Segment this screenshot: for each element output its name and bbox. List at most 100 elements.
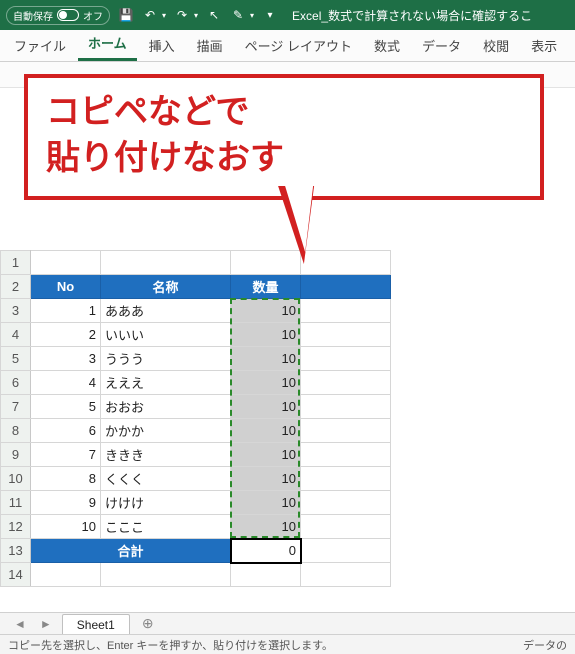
row-header[interactable]: 6 [1, 371, 31, 395]
cell[interactable] [301, 515, 391, 539]
pen-icon[interactable]: ✎ [230, 8, 246, 22]
cell[interactable]: 10 [231, 323, 301, 347]
cell[interactable]: 数量 [231, 275, 301, 299]
row-header[interactable]: 13 [1, 539, 31, 563]
cell[interactable] [31, 563, 101, 587]
cell[interactable] [101, 251, 231, 275]
row-header[interactable]: 4 [1, 323, 31, 347]
row-header[interactable]: 10 [1, 467, 31, 491]
cell[interactable] [301, 491, 391, 515]
cell[interactable]: 3 [31, 347, 101, 371]
cell[interactable] [301, 299, 391, 323]
cell[interactable] [101, 563, 231, 587]
undo-menu-icon[interactable]: ▾ [162, 11, 166, 20]
cell[interactable]: 4 [31, 371, 101, 395]
cell[interactable]: 1 [31, 299, 101, 323]
row-header[interactable]: 12 [1, 515, 31, 539]
cell[interactable]: ううう [101, 347, 231, 371]
add-sheet-icon[interactable]: ⊕ [136, 615, 160, 632]
ribbon-tab-挿入[interactable]: 挿入 [139, 30, 185, 61]
ribbon-tab-描画[interactable]: 描画 [187, 30, 233, 61]
row-header[interactable]: 7 [1, 395, 31, 419]
redo-menu-icon[interactable]: ▾ [194, 11, 198, 20]
row-header[interactable]: 8 [1, 419, 31, 443]
cell[interactable]: 6 [31, 419, 101, 443]
cell[interactable]: 10 [231, 371, 301, 395]
cell[interactable] [301, 563, 391, 587]
qat-overflow-icon[interactable]: ▾ [262, 10, 278, 21]
cell[interactable]: 10 [231, 515, 301, 539]
cell[interactable]: 7 [31, 443, 101, 467]
cell[interactable] [31, 251, 101, 275]
cell[interactable]: くくく [101, 467, 231, 491]
cell[interactable]: あああ [101, 299, 231, 323]
cell[interactable]: いいい [101, 323, 231, 347]
row-header[interactable]: 14 [1, 563, 31, 587]
row-header[interactable]: 3 [1, 299, 31, 323]
cell[interactable]: けけけ [101, 491, 231, 515]
cell[interactable]: 5 [31, 395, 101, 419]
ribbon-tabs: ファイルホーム挿入描画ページ レイアウト数式データ校閲表示 [0, 30, 575, 62]
cell[interactable]: ききき [101, 443, 231, 467]
cell[interactable]: No [31, 275, 101, 299]
sheet-tab[interactable]: Sheet1 [62, 614, 130, 635]
ribbon-tab-ホーム[interactable]: ホーム [78, 27, 137, 61]
undo-icon[interactable]: ↶ [142, 8, 158, 22]
cell[interactable]: えええ [101, 371, 231, 395]
cursor-icon[interactable]: ↖ [206, 8, 222, 22]
cell[interactable]: 9 [31, 491, 101, 515]
cell[interactable]: 2 [31, 323, 101, 347]
cell[interactable] [231, 563, 301, 587]
row-header[interactable]: 1 [1, 251, 31, 275]
cell[interactable] [301, 467, 391, 491]
cell[interactable] [301, 275, 391, 299]
spreadsheet-grid[interactable]: 12No名称数量31あああ1042いいい1053ううう1064えええ1075おお… [0, 250, 575, 614]
ribbon-tab-校閲[interactable]: 校閲 [473, 30, 519, 61]
redo-icon[interactable]: ↷ [174, 8, 190, 22]
cell[interactable]: おおお [101, 395, 231, 419]
cell[interactable]: 0 [231, 539, 301, 563]
cell[interactable] [301, 251, 391, 275]
cell[interactable]: 合計 [31, 539, 231, 563]
save-icon[interactable]: 💾 [118, 8, 134, 22]
cell[interactable] [301, 347, 391, 371]
cell[interactable]: かかか [101, 419, 231, 443]
cell[interactable]: 8 [31, 467, 101, 491]
cell[interactable]: こここ [101, 515, 231, 539]
sheet-nav-next-icon[interactable]: ► [36, 617, 56, 631]
callout-text: コピペなどで 貼り付けなおす [24, 74, 544, 200]
row-header[interactable]: 5 [1, 347, 31, 371]
ribbon-tab-データ[interactable]: データ [412, 30, 471, 61]
cell[interactable]: 10 [31, 515, 101, 539]
autosave-toggle[interactable]: 自動保存 オフ [6, 6, 110, 25]
ribbon-tab-ページ レイアウト[interactable]: ページ レイアウト [235, 30, 362, 61]
row-header[interactable]: 11 [1, 491, 31, 515]
row-header[interactable]: 9 [1, 443, 31, 467]
cell[interactable]: 10 [231, 467, 301, 491]
document-title: Excel_数式で計算されない場合に確認するこ [292, 7, 532, 24]
sheet-nav-prev-icon[interactable]: ◄ [10, 617, 30, 631]
sheet-tab-label: Sheet1 [77, 618, 115, 632]
cell[interactable] [301, 539, 391, 563]
cell[interactable]: 10 [231, 395, 301, 419]
cell[interactable]: 10 [231, 419, 301, 443]
cell[interactable] [301, 419, 391, 443]
ribbon-tab-表示[interactable]: 表示 [521, 30, 567, 61]
cell[interactable]: 10 [231, 491, 301, 515]
pen-menu-icon[interactable]: ▾ [250, 11, 254, 20]
sheet-table[interactable]: 12No名称数量31あああ1042いいい1053ううう1064えええ1075おお… [0, 250, 391, 587]
autosave-label: 自動保存 [13, 8, 53, 23]
cell[interactable]: 10 [231, 443, 301, 467]
cell[interactable]: 10 [231, 299, 301, 323]
cell[interactable] [301, 395, 391, 419]
cell[interactable]: 名称 [101, 275, 231, 299]
title-bar: 自動保存 オフ 💾 ↶ ▾ ↷ ▾ ↖ ✎ ▾ ▾ Excel_数式で計算されな… [0, 0, 575, 30]
cell[interactable] [301, 323, 391, 347]
cell[interactable] [301, 443, 391, 467]
row-header[interactable]: 2 [1, 275, 31, 299]
ribbon-tab-数式[interactable]: 数式 [364, 30, 410, 61]
status-right: データの [523, 637, 567, 653]
cell[interactable] [301, 371, 391, 395]
cell[interactable]: 10 [231, 347, 301, 371]
ribbon-tab-ファイル[interactable]: ファイル [4, 30, 76, 61]
